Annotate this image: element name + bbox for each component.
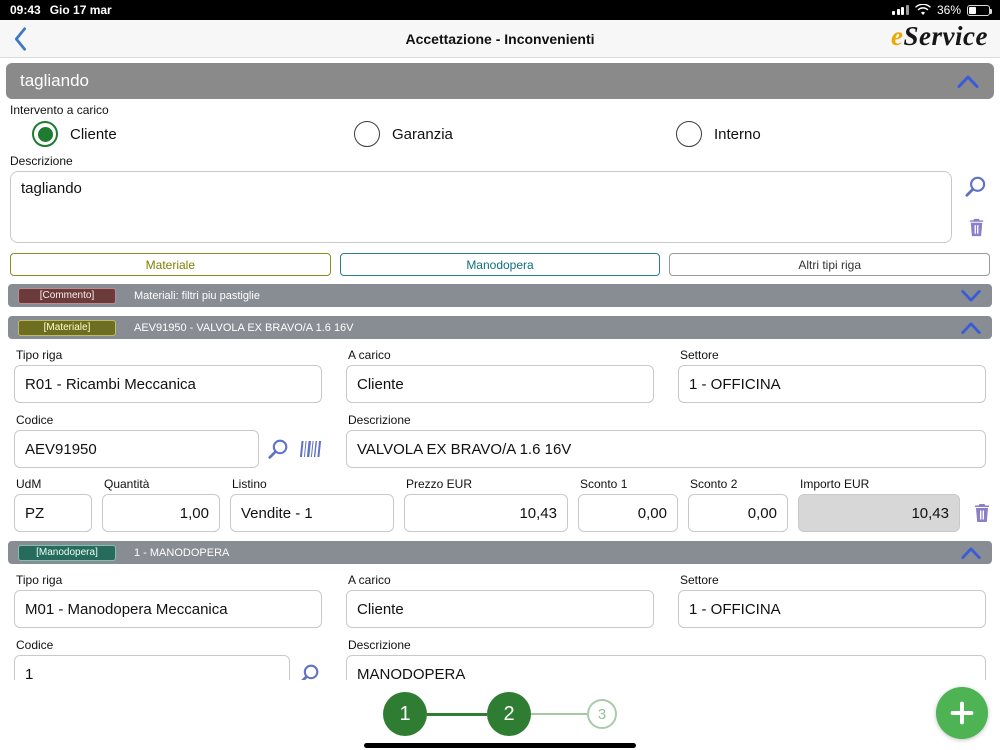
back-chevron-icon[interactable] (10, 26, 30, 52)
codice-label: Codice (16, 638, 54, 652)
add-materiale-button[interactable]: Materiale (10, 253, 331, 276)
step-3[interactable]: 3 (587, 699, 617, 729)
home-indicator[interactable] (364, 743, 636, 748)
settore-input-manodopera[interactable] (678, 590, 986, 628)
chevron-down-icon[interactable] (960, 289, 982, 303)
chevron-up-icon[interactable] (960, 321, 982, 335)
footer: 1 2 3 (0, 680, 1000, 750)
step-connector-2-3 (531, 713, 587, 715)
commento-title: Materiali: filtri piu pastiglie (134, 289, 260, 302)
plus-icon (950, 701, 974, 725)
inconveniente-title: tagliando (20, 71, 90, 90)
battery-icon (967, 4, 992, 16)
page-title: Accettazione - Inconvenienti (405, 30, 595, 47)
sconto2-input[interactable] (688, 494, 788, 532)
radio-garanzia[interactable]: Garanzia (354, 121, 676, 147)
eservice-logo: eService (891, 21, 988, 52)
tipo-riga-label: Tipo riga (16, 573, 63, 587)
descrizione-input-materiale[interactable] (346, 430, 986, 468)
radio-interno[interactable]: Interno (676, 121, 998, 147)
chevron-up-icon[interactable] (956, 74, 980, 89)
radio-garanzia-label: Garanzia (392, 125, 453, 143)
cellular-signal-icon (892, 5, 909, 15)
sconto2-label: Sconto 2 (690, 477, 738, 491)
intervento-label: Intervento a carico (10, 103, 109, 117)
radio-interno-circle[interactable] (676, 121, 702, 147)
descrizione-riga-label: Descrizione (348, 638, 411, 652)
barcode-icon[interactable] (298, 437, 322, 461)
udm-label: UdM (16, 477, 42, 491)
status-time: 09:43 (10, 3, 41, 17)
quantita-label: Quantità (104, 477, 150, 491)
commento-badge: [Commento] (18, 287, 116, 304)
listino-label: Listino (232, 477, 267, 491)
prezzo-input[interactable] (404, 494, 568, 532)
radio-interno-label: Interno (714, 125, 761, 143)
logo-e: e (891, 21, 904, 51)
importo-label: Importo EUR (800, 477, 870, 491)
a-carico-input-manodopera[interactable] (346, 590, 654, 628)
importo-input (798, 494, 960, 532)
sconto1-label: Sconto 1 (580, 477, 628, 491)
add-manodopera-button[interactable]: Manodopera (339, 253, 661, 276)
a-carico-input-materiale[interactable] (346, 365, 654, 403)
radio-cliente[interactable]: Cliente (32, 121, 354, 147)
intervento-radio-group: Cliente Garanzia Interno (0, 119, 1000, 149)
trash-icon[interactable] (965, 216, 988, 239)
logo-service: Service (903, 21, 988, 51)
sconto1-input[interactable] (578, 494, 678, 532)
settore-label: Settore (680, 348, 719, 362)
inconveniente-header[interactable]: tagliando (6, 63, 994, 99)
quantita-input[interactable] (102, 494, 220, 532)
add-altri-tipi-riga-button[interactable]: Altri tipi riga (669, 253, 991, 276)
a-carico-label: A carico (348, 573, 391, 587)
materiale-row-header[interactable]: [Materiale] AEV91950 - VALVOLA EX BRAVO/… (8, 316, 992, 339)
add-button[interactable] (936, 687, 988, 739)
tipo-riga-input-manodopera[interactable] (14, 590, 322, 628)
radio-cliente-label: Cliente (70, 125, 117, 143)
radio-garanzia-circle[interactable] (354, 121, 380, 147)
a-carico-label: A carico (348, 348, 391, 362)
descrizione-label: Descrizione (10, 154, 73, 168)
materiale-title: AEV91950 - VALVOLA EX BRAVO/A 1.6 16V (134, 321, 354, 334)
step-1[interactable]: 1 (383, 692, 427, 736)
step-connector-1-2 (427, 712, 487, 716)
search-icon[interactable] (963, 174, 989, 200)
codice-input-materiale[interactable] (14, 430, 259, 468)
status-bar: 09:43 Gio 17 mar 36% (0, 0, 1000, 20)
manodopera-row-header[interactable]: [Manodopera] 1 - MANODOPERA (8, 541, 992, 564)
nav-bar: Accettazione - Inconvenienti eService (0, 20, 1000, 58)
udm-input[interactable] (14, 494, 92, 532)
settore-label: Settore (680, 573, 719, 587)
radio-cliente-circle[interactable] (32, 121, 58, 147)
codice-label: Codice (16, 413, 54, 427)
descrizione-textarea[interactable]: tagliando (10, 171, 952, 243)
search-icon[interactable] (266, 437, 291, 462)
row-type-buttons: Materiale Manodopera Altri tipi riga (10, 253, 991, 276)
listino-input[interactable] (230, 494, 394, 532)
wizard-stepper: 1 2 3 (0, 680, 1000, 736)
manodopera-title: 1 - MANODOPERA (134, 546, 230, 559)
trash-icon[interactable] (970, 501, 994, 525)
descrizione-riga-label: Descrizione (348, 413, 411, 427)
step-2[interactable]: 2 (487, 692, 531, 736)
battery-percent: 36% (936, 3, 961, 17)
settore-input-materiale[interactable] (678, 365, 986, 403)
tipo-riga-label: Tipo riga (16, 348, 63, 362)
commento-row-header[interactable]: [Commento] Materiali: filtri piu pastigl… (8, 284, 992, 307)
manodopera-badge: [Manodopera] (18, 544, 116, 561)
tipo-riga-input-materiale[interactable] (14, 365, 322, 403)
status-date: Gio 17 mar (49, 3, 112, 17)
chevron-up-icon[interactable] (960, 546, 982, 560)
materiale-badge: [Materiale] (18, 319, 116, 336)
wifi-icon (915, 4, 931, 15)
prezzo-label: Prezzo EUR (406, 477, 473, 491)
